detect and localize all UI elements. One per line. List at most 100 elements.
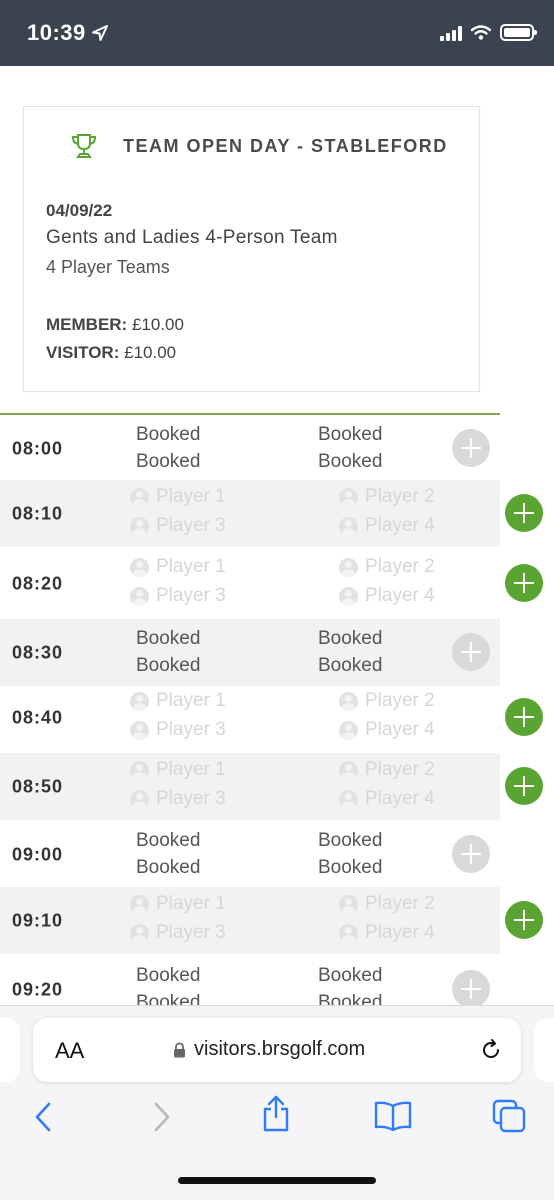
booked-slot-label: Booked — [136, 424, 200, 446]
plus-icon — [514, 573, 534, 593]
player-slot[interactable]: Player 4 — [339, 922, 435, 944]
booked-slot-label: Booked — [318, 857, 382, 879]
plus-icon — [514, 707, 534, 727]
slot-label: Player 3 — [156, 788, 226, 809]
tee-slot-row: 08:40 Player 1 Player 2 Player 3 Player 4 — [0, 684, 543, 751]
player-slot[interactable]: Player 4 — [339, 585, 435, 607]
add-booking-button-disabled — [452, 429, 490, 467]
tee-time: 08:30 — [12, 642, 64, 662]
plus-icon — [461, 979, 481, 999]
slot-label: Booked — [318, 965, 383, 986]
person-icon — [339, 487, 358, 507]
slot-label: Booked — [318, 655, 383, 676]
booked-slot-label: Booked — [136, 965, 200, 987]
add-booking-button-disabled — [452, 835, 490, 873]
player-slot[interactable]: Player 1 — [130, 690, 226, 712]
tee-slot-row: 09:20 Booked Booked Booked Booked — [0, 956, 500, 1005]
player-slot[interactable]: Player 1 — [130, 556, 226, 578]
home-indicator — [178, 1177, 376, 1184]
player-slot[interactable]: Player 2 — [339, 690, 435, 712]
signal-icon — [440, 25, 462, 41]
battery-icon — [500, 24, 537, 41]
add-booking-button-disabled — [452, 633, 490, 671]
slot-label: Player 2 — [365, 893, 435, 914]
slot-label: Player 4 — [365, 788, 435, 809]
plus-icon — [461, 844, 481, 864]
tee-time: 09:20 — [12, 979, 64, 999]
slot-label: Player 1 — [156, 486, 226, 507]
add-booking-button[interactable] — [505, 767, 543, 805]
booked-slot-label: Booked — [318, 451, 382, 473]
status-bar: 10:39 — [0, 0, 554, 66]
player-slot[interactable]: Player 4 — [339, 788, 435, 810]
slot-label: Booked — [318, 992, 383, 1005]
player-slot[interactable]: Player 3 — [130, 788, 226, 810]
url-text: visitors.brsgolf.com — [194, 1038, 366, 1060]
person-icon — [130, 516, 149, 536]
player-slot[interactable]: Player 4 — [339, 515, 435, 537]
tee-time: 08:40 — [12, 707, 64, 727]
visitor-price-value: £10.00 — [124, 343, 177, 362]
booked-slot-label: Booked — [318, 830, 382, 852]
person-icon — [130, 557, 149, 577]
back-icon[interactable] — [33, 1101, 53, 1133]
tee-time: 08:00 — [12, 438, 64, 458]
slot-label: Booked — [136, 830, 201, 851]
player-slot[interactable]: Player 1 — [130, 486, 226, 508]
person-icon — [339, 691, 358, 711]
slot-label: Player 2 — [365, 759, 435, 780]
booked-slot-label: Booked — [136, 628, 200, 650]
person-icon — [339, 720, 358, 740]
reload-icon[interactable] — [479, 1038, 503, 1062]
status-icons — [440, 24, 537, 41]
booked-slot-label: Booked — [318, 965, 382, 987]
person-icon — [130, 691, 149, 711]
add-booking-button-disabled — [452, 970, 490, 1005]
add-booking-button[interactable] — [505, 698, 543, 736]
player-slot[interactable]: Player 2 — [339, 556, 435, 578]
booked-slot-label: Booked — [136, 830, 200, 852]
address-bar[interactable]: AA visitors.brsgolf.com — [33, 1018, 521, 1082]
tee-slot-row: 08:20 Player 1 Player 2 Player 3 Player 4 — [0, 550, 543, 617]
url-display[interactable]: visitors.brsgolf.com — [173, 1038, 365, 1061]
text-size-button[interactable]: AA — [55, 1038, 84, 1064]
slot-label: Player 3 — [156, 585, 226, 606]
previous-tab-peek[interactable] — [0, 1018, 20, 1082]
slot-label: Player 3 — [156, 719, 226, 740]
booked-slot-label: Booked — [318, 992, 382, 1005]
trophy-icon — [71, 134, 97, 158]
tee-slot-row: 08:30 Booked Booked Booked Booked — [0, 619, 500, 686]
forward-icon[interactable] — [152, 1101, 172, 1133]
person-icon — [339, 516, 358, 536]
booked-slot-label: Booked — [318, 655, 382, 677]
slot-label: Player 1 — [156, 556, 226, 577]
tabs-icon[interactable] — [492, 1099, 526, 1133]
slot-label: Booked — [136, 424, 201, 445]
add-booking-button[interactable] — [505, 494, 543, 532]
person-icon — [130, 923, 149, 943]
player-slot[interactable]: Player 3 — [130, 585, 226, 607]
player-slot[interactable]: Player 1 — [130, 893, 226, 915]
slot-label: Booked — [318, 451, 383, 472]
add-booking-button[interactable] — [505, 564, 543, 602]
tee-time: 08:10 — [12, 503, 64, 523]
person-icon — [339, 586, 358, 606]
player-slot[interactable]: Player 2 — [339, 759, 435, 781]
slot-label: Player 1 — [156, 759, 226, 780]
next-tab-peek[interactable] — [534, 1018, 554, 1082]
add-booking-button[interactable] — [505, 901, 543, 939]
visitor-price-label: VISITOR: — [46, 343, 120, 362]
player-slot[interactable]: Player 3 — [130, 922, 226, 944]
slot-label: Booked — [318, 424, 383, 445]
wifi-icon — [471, 25, 491, 40]
slot-label: Booked — [136, 965, 201, 986]
player-slot[interactable]: Player 3 — [130, 719, 226, 741]
player-slot[interactable]: Player 2 — [339, 486, 435, 508]
player-slot[interactable]: Player 3 — [130, 515, 226, 537]
player-slot[interactable]: Player 1 — [130, 759, 226, 781]
player-slot[interactable]: Player 2 — [339, 893, 435, 915]
slot-label: Booked — [136, 628, 201, 649]
player-slot[interactable]: Player 4 — [339, 719, 435, 741]
share-icon[interactable] — [261, 1095, 291, 1133]
bookmarks-icon[interactable] — [374, 1101, 412, 1131]
